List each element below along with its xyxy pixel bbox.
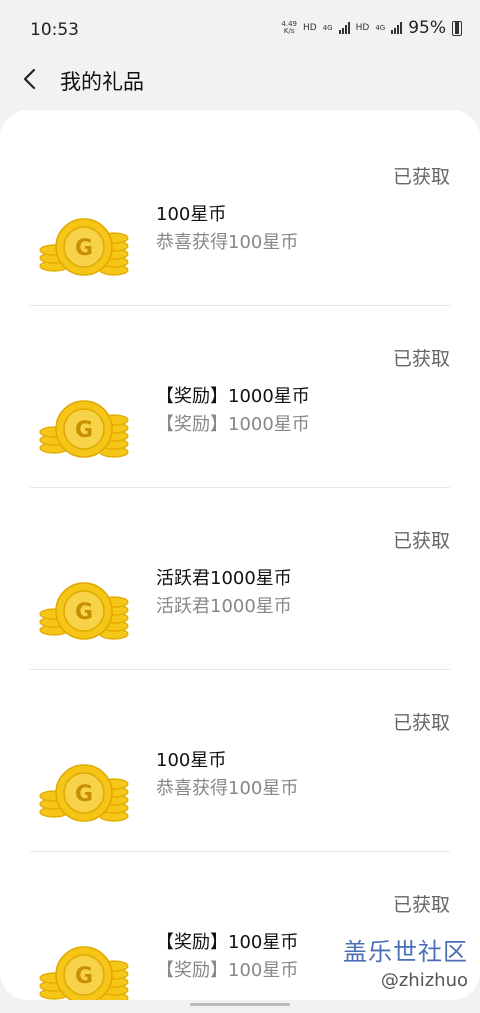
network-speed: 4.49 K/s	[281, 21, 297, 35]
header: 我的礼品	[0, 60, 480, 110]
signal-icon-2	[391, 22, 403, 34]
coin-stack-icon: G	[39, 582, 129, 640]
gift-item[interactable]: G 已获取 100星币 恭喜获得100星币	[30, 670, 450, 852]
status-indicators: 4.49 K/s HD 4G HD 4G 95%	[281, 18, 462, 38]
gift-title: 【奖励】100星币	[156, 932, 299, 953]
gift-title: 100星币	[156, 750, 227, 771]
coin-stack-icon: G	[39, 218, 129, 276]
gift-title: 活跃君1000星币	[156, 568, 292, 589]
watermark-brand: 盖乐世社区	[343, 938, 468, 966]
gift-status: 已获取	[392, 894, 450, 916]
coin-stack-icon: G	[39, 946, 129, 1000]
gift-subtitle: 恭喜获得100星币	[156, 778, 299, 799]
status-time: 10:53	[30, 20, 79, 40]
coin-stack-icon: G	[39, 764, 129, 822]
network-type-1: 4G	[322, 23, 333, 32]
network-type-2: 4G	[375, 23, 386, 32]
back-chevron-icon[interactable]	[20, 68, 42, 90]
network-speed-unit: K/s	[283, 27, 295, 35]
coin-letter: G	[75, 418, 93, 443]
gift-subtitle: 【奖励】100星币	[156, 960, 299, 981]
watermark-handle: @zhizhuo	[380, 970, 468, 991]
gift-status: 已获取	[392, 712, 450, 734]
battery-icon	[452, 20, 462, 36]
gift-status: 已获取	[392, 530, 450, 552]
gift-item[interactable]: G 已获取 【奖励】1000星币 【奖励】1000星币	[30, 306, 450, 488]
coin-letter: G	[75, 964, 93, 989]
gift-subtitle: 【奖励】1000星币	[156, 414, 310, 435]
status-bar: 10:53 4.49 K/s HD 4G HD 4G 95%	[0, 0, 480, 60]
coin-letter: G	[75, 782, 93, 807]
hd-label-2: HD	[355, 23, 370, 33]
gift-status: 已获取	[392, 166, 450, 188]
page-title: 我的礼品	[60, 70, 144, 94]
signal-icon	[338, 22, 350, 34]
gift-item[interactable]: G 已获取 活跃君1000星币 活跃君1000星币	[30, 488, 450, 670]
gift-list: G 已获取 100星币 恭喜获得100星币 G 已获取 【奖励】1000星币 【…	[0, 110, 480, 1000]
gift-subtitle: 活跃君1000星币	[156, 596, 292, 617]
gift-title: 100星币	[156, 204, 227, 225]
battery-percent: 95%	[408, 18, 446, 38]
home-indicator[interactable]	[190, 1003, 290, 1006]
coin-letter: G	[75, 236, 93, 261]
gift-status: 已获取	[392, 348, 450, 370]
hd-label-1: HD	[303, 23, 317, 33]
coin-letter: G	[75, 600, 93, 625]
gift-item[interactable]: G 已获取 100星币 恭喜获得100星币	[30, 124, 450, 306]
gift-subtitle: 恭喜获得100星币	[156, 232, 299, 253]
gift-title: 【奖励】1000星币	[156, 386, 310, 407]
coin-stack-icon: G	[39, 400, 129, 458]
